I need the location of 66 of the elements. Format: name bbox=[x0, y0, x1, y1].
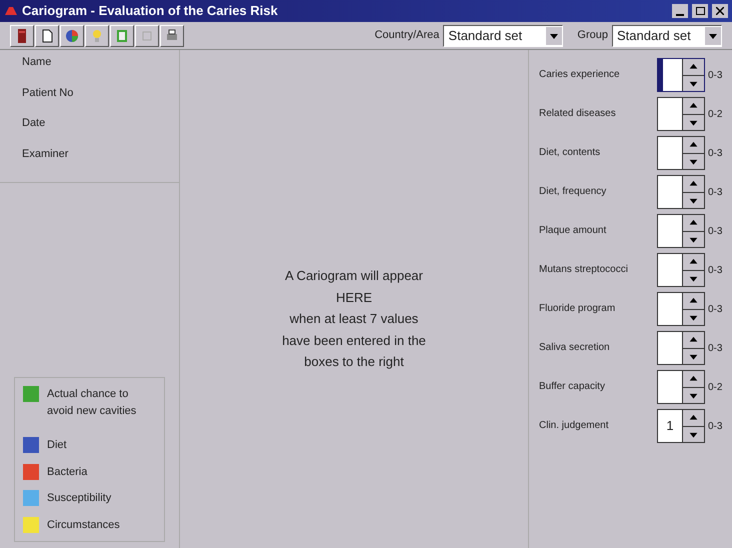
spin-box[interactable]: 1 bbox=[657, 409, 705, 443]
spin-value: 1 bbox=[665, 417, 675, 436]
factor-label: Mutans streptococci bbox=[539, 264, 629, 276]
range-label: 0-2 bbox=[708, 380, 722, 394]
range-label: 0-3 bbox=[708, 186, 722, 200]
close-icon bbox=[716, 7, 724, 15]
dropdown[interactable]: Standard set bbox=[443, 24, 564, 46]
spin-box[interactable] bbox=[657, 370, 705, 404]
toolbar-button[interactable] bbox=[10, 24, 34, 46]
factor-label: Clin. judgement bbox=[539, 420, 610, 432]
combo-label: Group bbox=[577, 28, 608, 44]
document-icon bbox=[114, 28, 130, 44]
legend-label: Susceptibility bbox=[47, 491, 112, 506]
spin-box[interactable] bbox=[657, 97, 705, 131]
factor-label: Buffer capacity bbox=[539, 381, 606, 393]
factor-label: Saliva secretion bbox=[539, 342, 611, 354]
placeholder-message: boxes to the right bbox=[304, 353, 404, 372]
spin-box[interactable] bbox=[657, 253, 705, 287]
range-label: 0-3 bbox=[708, 264, 722, 278]
placeholder-message: HERE bbox=[336, 288, 372, 307]
range-label: 0-3 bbox=[708, 224, 722, 238]
app-icon bbox=[4, 5, 18, 17]
range-label: 0-3 bbox=[708, 342, 722, 356]
window-title: Cariogram - Evaluation of the Caries Risk bbox=[22, 2, 279, 20]
toolbar-button[interactable] bbox=[160, 24, 184, 46]
spin-box[interactable] bbox=[657, 331, 705, 365]
field-label: Date bbox=[22, 116, 46, 131]
factor-label: Diet, frequency bbox=[539, 186, 608, 198]
maximize-button[interactable] bbox=[692, 4, 708, 18]
combo-label: Country/Area bbox=[374, 28, 440, 44]
spin-box[interactable] bbox=[657, 214, 705, 248]
spin-box[interactable] bbox=[657, 58, 705, 92]
dropdown[interactable]: Standard set bbox=[612, 24, 722, 46]
spin-box[interactable] bbox=[657, 175, 705, 209]
field-label: Patient No bbox=[22, 86, 74, 100]
toolbar-button[interactable] bbox=[85, 24, 109, 46]
range-label: 0-3 bbox=[708, 420, 722, 434]
range-label: 0-3 bbox=[708, 302, 722, 316]
placeholder-message: A Cariogram will appear bbox=[284, 267, 423, 286]
maximize-icon bbox=[696, 7, 704, 15]
minimize-button[interactable] bbox=[672, 4, 688, 18]
legend-label: Actual chance to avoid new cavities bbox=[47, 387, 138, 418]
factor-label: Caries experience bbox=[539, 69, 621, 81]
close-button[interactable] bbox=[712, 4, 728, 18]
field-label: Examiner bbox=[22, 146, 70, 162]
range-label: 0-3 bbox=[708, 68, 722, 82]
field-label: Name bbox=[22, 55, 52, 70]
pie-chart-icon bbox=[64, 28, 80, 44]
toolbar-button[interactable] bbox=[135, 24, 159, 46]
range-label: 0-3 bbox=[708, 146, 722, 160]
minimize-icon bbox=[676, 14, 684, 16]
range-label: 0-2 bbox=[708, 108, 722, 122]
spin-box[interactable] bbox=[657, 292, 705, 326]
placeholder-message: when at least 7 values bbox=[290, 310, 418, 328]
toolbar-button[interactable] bbox=[110, 24, 134, 46]
legend-label: Bacteria bbox=[47, 464, 88, 480]
toolbar-button[interactable] bbox=[35, 24, 59, 46]
spin-box[interactable] bbox=[657, 136, 705, 170]
legend-label: Diet bbox=[47, 438, 68, 453]
factor-label: Related diseases bbox=[539, 108, 617, 120]
toolbar-button[interactable] bbox=[60, 24, 84, 46]
factor-label: Fluoride program bbox=[539, 303, 616, 315]
factor-label: Diet, contents bbox=[539, 147, 602, 159]
factor-label: Plaque amount bbox=[539, 225, 608, 237]
placeholder-message: have been entered in the bbox=[282, 332, 426, 350]
legend-label: Circumstances bbox=[47, 518, 121, 532]
